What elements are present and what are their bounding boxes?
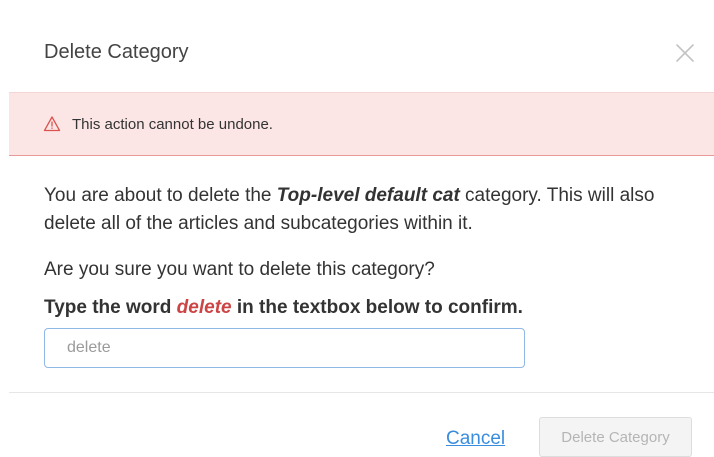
delete-description: You are about to delete the Top-level de…: [44, 182, 684, 238]
category-name: Top-level default cat: [276, 185, 460, 206]
instruction-prefix: Type the word: [44, 297, 177, 318]
confirm-word: delete: [176, 297, 232, 318]
warning-alert: This action cannot be undone.: [9, 92, 714, 156]
description-prefix: You are about to delete the: [44, 185, 277, 206]
confirmation-question: Are you sure you want to delete this cat…: [44, 259, 435, 280]
cancel-link[interactable]: Cancel: [446, 428, 505, 450]
dialog-title: Delete Category: [44, 41, 189, 63]
delete-category-dialog: Delete Category This action cannot be un…: [0, 0, 714, 457]
footer-divider: [9, 392, 714, 393]
warning-triangle-icon: [43, 115, 61, 133]
close-icon[interactable]: [672, 40, 698, 66]
confirm-instruction: Type the word delete in the textbox belo…: [44, 294, 684, 322]
dialog-header: Delete Category: [0, 0, 714, 92]
instruction-suffix: in the textbox below to confirm.: [231, 297, 523, 318]
delete-category-button[interactable]: Delete Category: [539, 417, 692, 457]
alert-text: This action cannot be undone.: [72, 116, 273, 133]
confirm-delete-input[interactable]: [44, 328, 525, 368]
